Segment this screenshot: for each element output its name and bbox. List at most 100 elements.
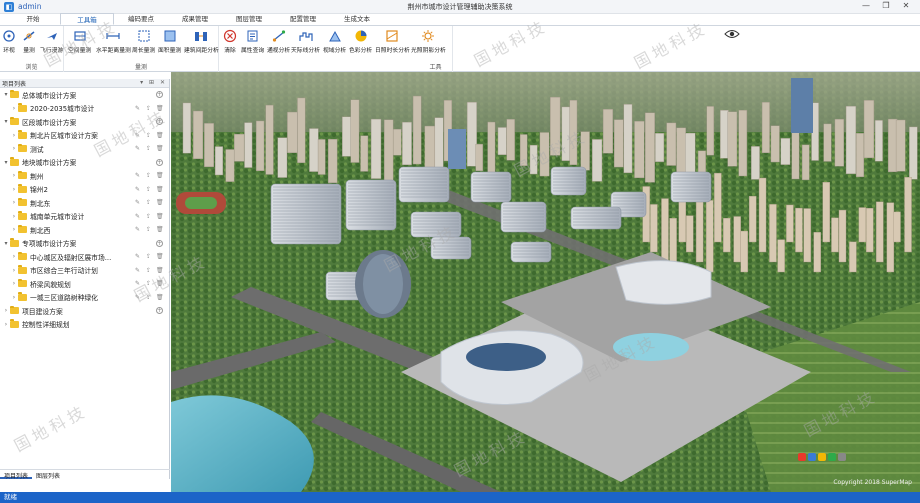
tree-category[interactable]: ▾ 地块城市设计方案 +: [0, 156, 169, 170]
building-spacing-button[interactable]: 建筑间距分析: [184, 29, 219, 54]
city-model-render[interactable]: [171, 72, 920, 492]
edit-icon[interactable]: ✎: [134, 294, 141, 301]
clear-button[interactable]: 清除: [223, 29, 237, 54]
color-analysis-button[interactable]: 色彩分析: [349, 29, 372, 54]
add-item-icon[interactable]: +: [156, 158, 163, 166]
toggle-visibility-button[interactable]: [724, 29, 740, 41]
delete-icon[interactable]: 🗑: [156, 132, 164, 139]
tree-category[interactable]: ▾ 区段城市设计方案 +: [0, 115, 169, 129]
tab-layer-list[interactable]: 图层列表: [32, 470, 64, 480]
share-icon[interactable]: ⇪: [145, 199, 152, 206]
tree-item[interactable]: › 测试 ✎ ⇪ 🗑: [0, 142, 169, 156]
add-item-icon[interactable]: +: [156, 118, 163, 126]
chevron-right-icon[interactable]: ›: [10, 280, 18, 287]
delete-icon[interactable]: 🗑: [156, 105, 164, 112]
space-measure-button[interactable]: 空间量测: [68, 29, 91, 54]
chevron-right-icon[interactable]: ›: [10, 199, 18, 206]
edit-icon[interactable]: ✎: [134, 213, 141, 220]
panel-controls[interactable]: ▾ ⊞ ✕: [140, 79, 167, 86]
tree-item[interactable]: › 2020-2035城市设计 ✎ ⇪ 🗑: [0, 102, 169, 116]
edit-icon[interactable]: ✎: [134, 132, 141, 139]
share-icon[interactable]: ⇪: [145, 294, 152, 301]
tree-item[interactable]: › 荆州 ✎ ⇪ 🗑: [0, 169, 169, 183]
chevron-down-icon[interactable]: ▾: [2, 91, 10, 98]
maximize-icon[interactable]: ❐: [876, 1, 896, 10]
chevron-down-icon[interactable]: ▾: [2, 118, 10, 125]
chevron-right-icon[interactable]: ›: [10, 132, 18, 139]
edit-icon[interactable]: ✎: [134, 280, 141, 287]
tree-item[interactable]: › 中心城区及辐射区展市场... ✎ ⇪ 🗑: [0, 250, 169, 264]
share-icon[interactable]: ⇪: [145, 186, 152, 193]
share-icon[interactable]: ⇪: [145, 105, 152, 112]
delete-icon[interactable]: 🗑: [156, 199, 164, 206]
edit-icon[interactable]: ✎: [134, 226, 141, 233]
edit-icon[interactable]: ✎: [134, 267, 141, 274]
share-icon[interactable]: ⇪: [145, 253, 152, 260]
attribute-query-button[interactable]: 属性查询: [241, 29, 264, 54]
delete-icon[interactable]: 🗑: [156, 294, 164, 301]
chevron-right-icon[interactable]: ›: [10, 186, 18, 193]
tree-item[interactable]: › 城南单元城市设计 ✎ ⇪ 🗑: [0, 210, 169, 224]
chevron-right-icon[interactable]: ›: [10, 226, 18, 233]
delete-icon[interactable]: 🗑: [156, 226, 164, 233]
share-icon[interactable]: ⇪: [145, 226, 152, 233]
chevron-right-icon[interactable]: ›: [10, 294, 18, 301]
tree-category[interactable]: ▾ 总体城市设计方案 +: [0, 88, 169, 102]
horizontal-distance-button[interactable]: 水平距离量测: [96, 29, 131, 54]
edit-icon[interactable]: ✎: [134, 145, 141, 152]
sunshine-duration-button[interactable]: 日照时长分析: [375, 29, 410, 54]
tree-category[interactable]: › 项目建设方案 +: [0, 304, 169, 318]
share-icon[interactable]: ⇪: [145, 132, 152, 139]
tree-category[interactable]: › 控制性详细规划: [0, 318, 169, 332]
share-icon[interactable]: ⇪: [145, 280, 152, 287]
chevron-right-icon[interactable]: ›: [10, 105, 18, 112]
tab-results[interactable]: 成果管理: [168, 13, 222, 25]
tree-item[interactable]: › 一城三区道路树种绿化 ✎ ⇪ 🗑: [0, 291, 169, 305]
tree-item[interactable]: › 市区综合三年行动计划 ✎ ⇪ 🗑: [0, 264, 169, 278]
add-item-icon[interactable]: +: [156, 239, 163, 247]
edit-icon[interactable]: ✎: [134, 253, 141, 260]
delete-icon[interactable]: 🗑: [156, 267, 164, 274]
share-icon[interactable]: ⇪: [145, 267, 152, 274]
chevron-down-icon[interactable]: ▾: [2, 240, 10, 247]
delete-icon[interactable]: 🗑: [156, 213, 164, 220]
delete-icon[interactable]: 🗑: [156, 186, 164, 193]
3d-scene-view[interactable]: Copyright 2018 SuperMap: [171, 72, 920, 492]
share-icon[interactable]: ⇪: [145, 172, 152, 179]
share-icon[interactable]: ⇪: [145, 213, 152, 220]
edit-icon[interactable]: ✎: [134, 186, 141, 193]
tab-config[interactable]: 配置管理: [276, 13, 330, 25]
chevron-right-icon[interactable]: ›: [10, 145, 18, 152]
perimeter-measure-button[interactable]: 周长量测: [132, 29, 155, 54]
chevron-right-icon[interactable]: ›: [10, 213, 18, 220]
chevron-right-icon[interactable]: ›: [2, 321, 10, 328]
tree-item[interactable]: › 桥梁风貌规划 ✎ ⇪ 🗑: [0, 277, 169, 291]
tree-item[interactable]: › 锦州2 ✎ ⇪ 🗑: [0, 183, 169, 197]
add-item-icon[interactable]: +: [156, 91, 163, 99]
measure-button[interactable]: 量测: [22, 29, 36, 54]
tree-item[interactable]: › 荆北西 ✎ ⇪ 🗑: [0, 223, 169, 237]
minimize-icon[interactable]: —: [856, 1, 876, 10]
tab-generate-text[interactable]: 生成文本: [330, 13, 384, 25]
chevron-right-icon[interactable]: ›: [10, 172, 18, 179]
chevron-right-icon[interactable]: ›: [10, 267, 18, 274]
tab-start[interactable]: 开始: [6, 13, 60, 25]
add-item-icon[interactable]: +: [156, 307, 163, 315]
tree-item[interactable]: › 荆北片区城市设计方案 ✎ ⇪ 🗑: [0, 129, 169, 143]
edit-icon[interactable]: ✎: [134, 199, 141, 206]
delete-icon[interactable]: 🗑: [156, 145, 164, 152]
edit-icon[interactable]: ✎: [134, 105, 141, 112]
chevron-right-icon[interactable]: ›: [10, 253, 18, 260]
fly-tour-button[interactable]: 飞行漫游: [40, 29, 63, 54]
area-measure-button[interactable]: 面积量测: [158, 29, 181, 54]
orbit-button[interactable]: 环视: [2, 29, 16, 54]
tab-layers[interactable]: 图层管理: [222, 13, 276, 25]
share-icon[interactable]: ⇪: [145, 145, 152, 152]
visibility-analysis-button[interactable]: 通视分析: [267, 29, 290, 54]
tree-item[interactable]: › 荆北东 ✎ ⇪ 🗑: [0, 196, 169, 210]
chevron-right-icon[interactable]: ›: [2, 307, 10, 314]
viewshed-analysis-button[interactable]: 视域分析: [323, 29, 346, 54]
tree-category[interactable]: ▾ 专项城市设计方案 +: [0, 237, 169, 251]
tab-encoding[interactable]: 编码要点: [114, 13, 168, 25]
skyline-analysis-button[interactable]: 天际线分析: [291, 29, 320, 54]
